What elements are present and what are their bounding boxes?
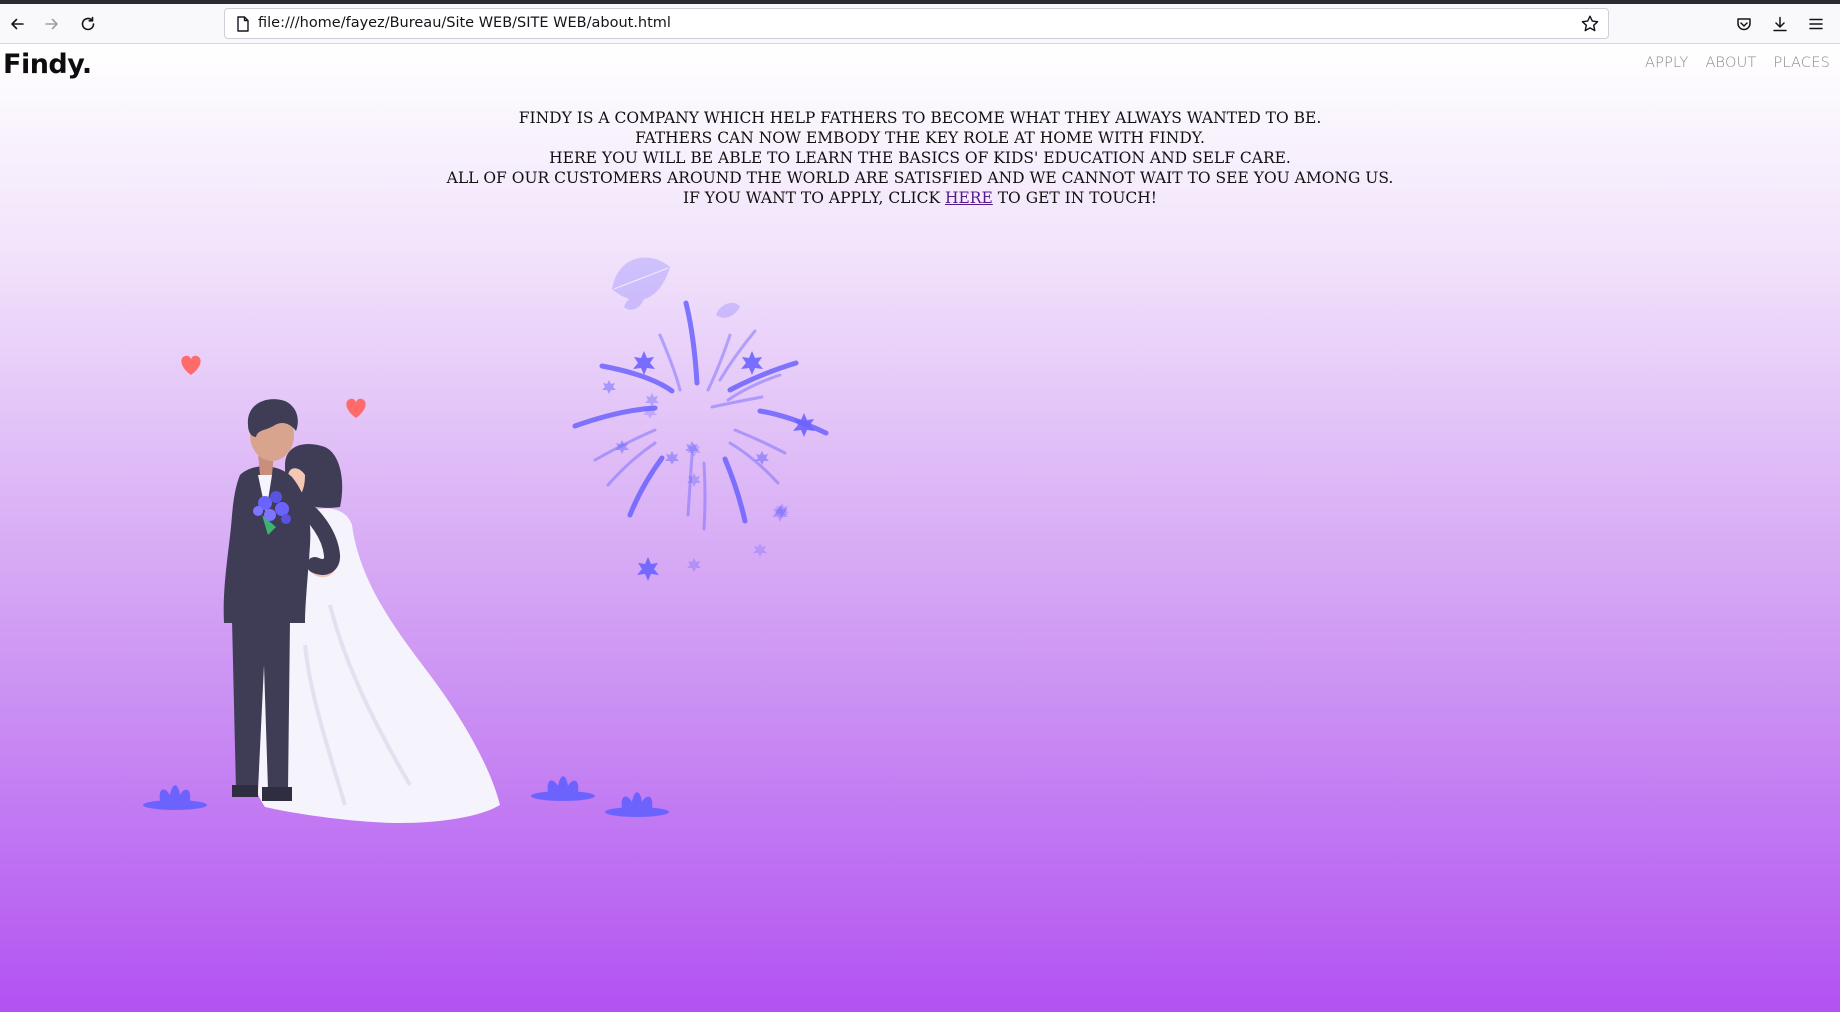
pocket-button[interactable] — [1730, 10, 1758, 38]
forward-arrow-icon — [45, 18, 58, 30]
menu-button[interactable] — [1802, 10, 1830, 38]
browser-toolbar: file:///home/fayez/Bureau/Site WEB/SITE … — [0, 4, 1840, 44]
back-arrow-icon — [11, 18, 24, 30]
reload-icon — [81, 16, 95, 31]
page-icon — [237, 16, 249, 32]
hamburger-menu-icon — [1809, 18, 1823, 30]
reload-button[interactable] — [74, 10, 102, 38]
forward-button[interactable] — [38, 10, 66, 38]
star-icon[interactable] — [1580, 14, 1600, 34]
fireworks — [572, 300, 829, 531]
pocket-icon — [1737, 18, 1751, 31]
wedding-illustration — [143, 257, 829, 823]
downloads-button[interactable] — [1766, 10, 1794, 38]
leaf-decoration — [612, 257, 740, 318]
back-button[interactable] — [3, 10, 31, 38]
url-bar[interactable]: file:///home/fayez/Bureau/Site WEB/SITE … — [224, 8, 1609, 39]
page-viewport: Findy. APPLY ABOUT PLACES FINDY IS A COM… — [0, 45, 1840, 1012]
url-text[interactable]: file:///home/fayez/Bureau/Site WEB/SITE … — [258, 15, 671, 31]
download-icon — [1773, 16, 1787, 32]
